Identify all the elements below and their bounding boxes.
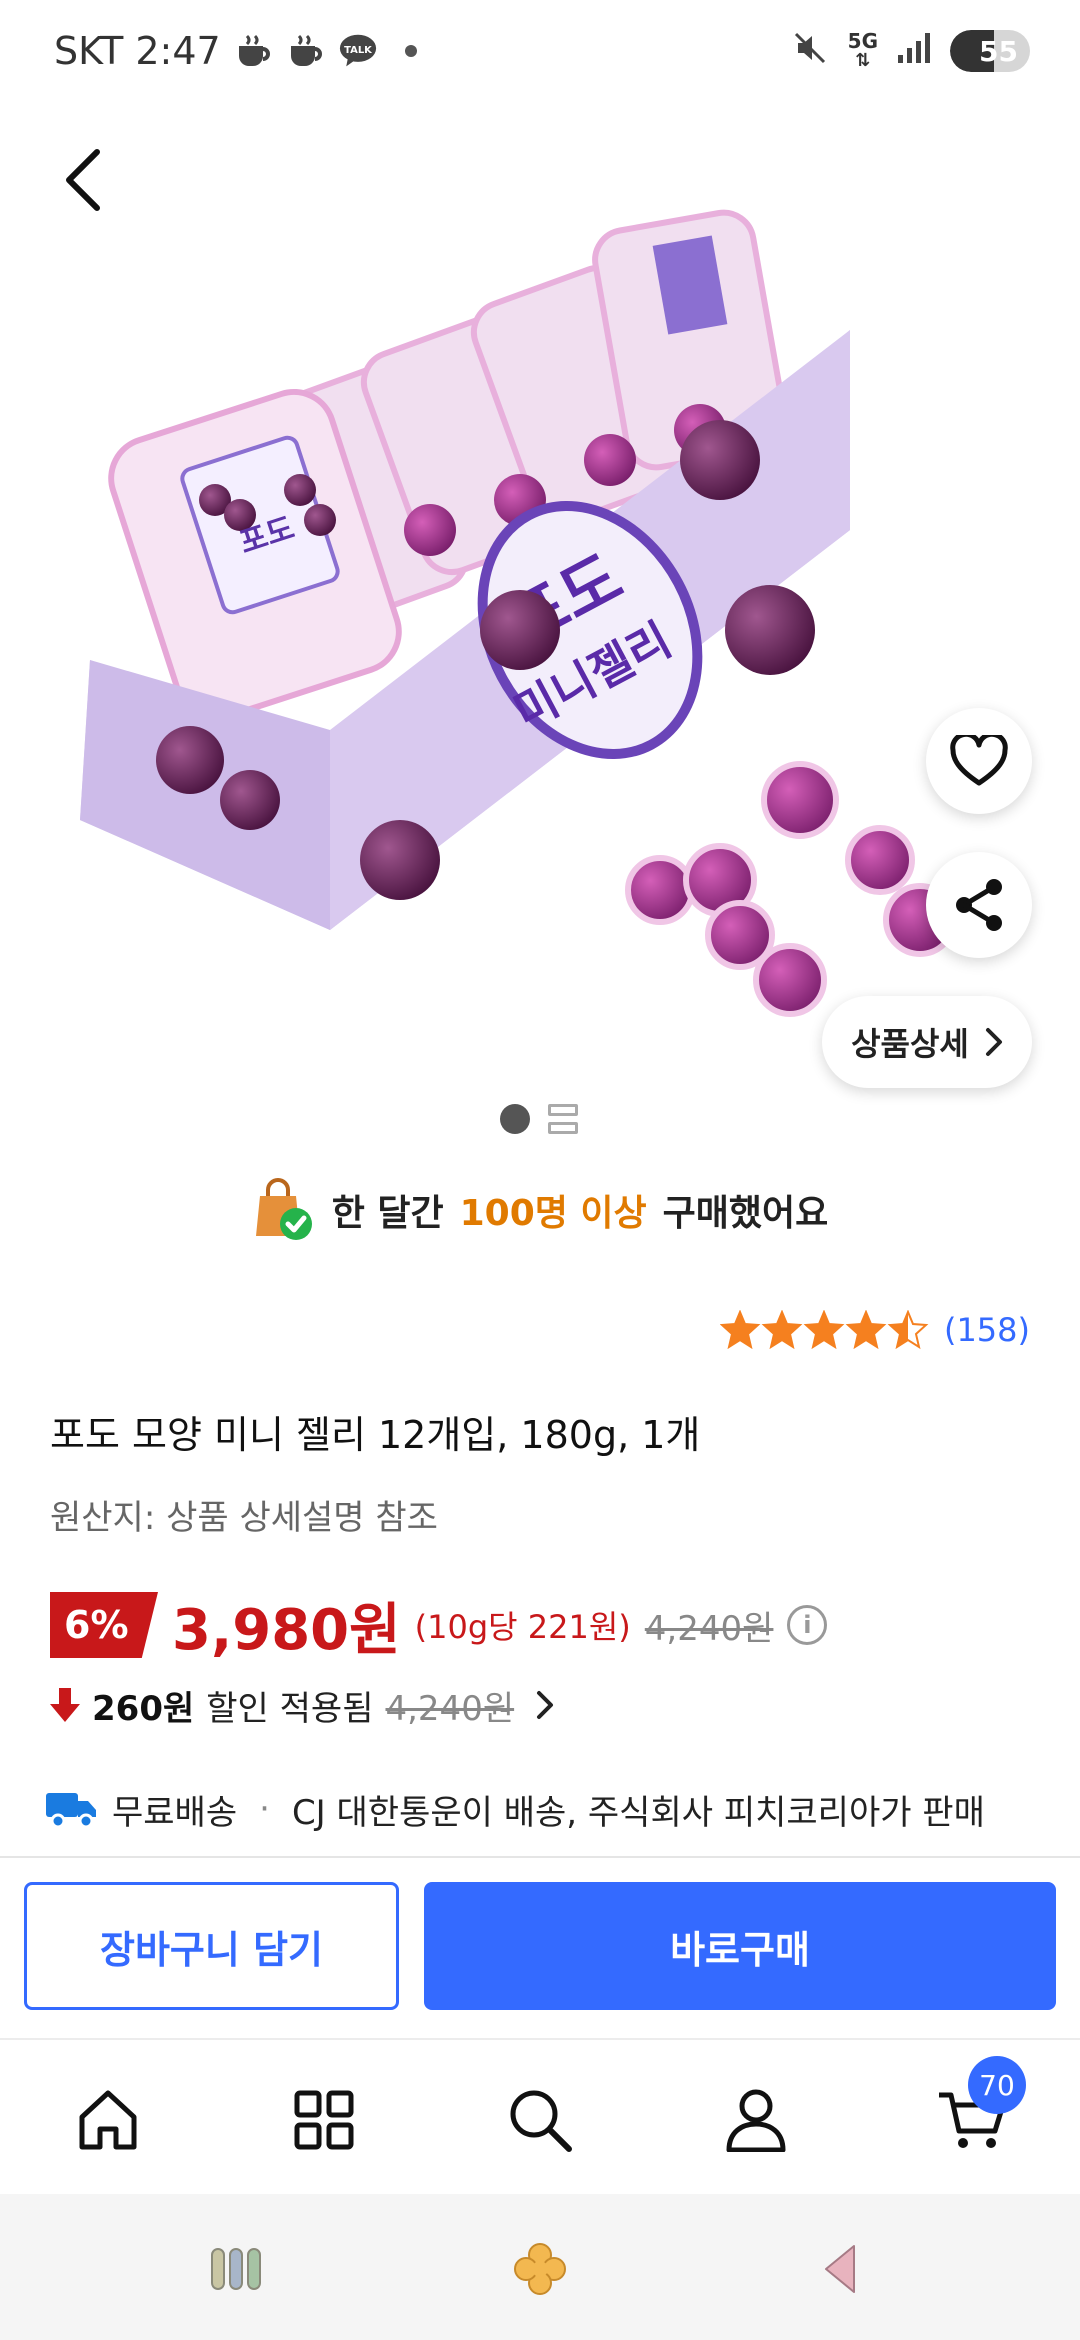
discount-applied-row[interactable]: 260원 할인 적용됨 4,240원	[50, 1676, 554, 1734]
status-bar: SKT 2:47 TALK 5G ⇅ 55	[0, 0, 1080, 100]
image-pagination[interactable]	[500, 1104, 578, 1134]
product-detail-button[interactable]: 상품상세	[822, 996, 1032, 1088]
network-label: 5G	[847, 29, 878, 53]
discount-rate-badge: 6%	[50, 1592, 158, 1658]
system-navigation-bar	[0, 2194, 1080, 2340]
purchase-count-note: 한 달간 100명 이상 구매했어요	[0, 1170, 1080, 1250]
chevron-right-icon	[985, 1028, 1002, 1056]
free-shipping-label: 무료배송	[112, 1792, 238, 1833]
buy-now-button[interactable]: 바로구매	[424, 1882, 1056, 2010]
notification-dot-icon	[404, 45, 417, 57]
search-icon	[510, 2090, 572, 2152]
tab-categories[interactable]	[274, 2070, 374, 2170]
carrier-time: SKT 2:47	[54, 29, 221, 73]
talk-label: TALK	[344, 45, 372, 56]
loose-jellies	[625, 761, 957, 1017]
back-nav-button[interactable]	[800, 2234, 880, 2304]
share-button[interactable]	[926, 852, 1032, 958]
purchase-note-suffix: 구매했어요	[662, 1193, 829, 1234]
recent-apps-button[interactable]	[196, 2234, 276, 2304]
purchase-note-highlight: 100명 이상	[459, 1193, 647, 1234]
share-icon	[956, 879, 1002, 931]
seller-info: CJ 대한통운이 배송, 주식회사 피치코리아가 판매	[291, 1792, 985, 1833]
product-detail-label: 상품상세	[851, 1025, 969, 1063]
separator: ·	[259, 1789, 270, 1829]
product-origin: 원산지: 상품 상세설명 참조	[50, 1498, 438, 1538]
bottom-tab-bar: 70	[0, 2038, 1080, 2194]
product-title: 포도 모양 미니 젤리 12개입, 180g, 1개	[50, 1413, 701, 1457]
home-nav-button[interactable]	[500, 2234, 580, 2304]
price-row: 6% 3,980원 (10g당 221원) 4,240원 i	[50, 1590, 828, 1663]
recent-apps-icon	[211, 2248, 261, 2290]
kakaotalk-icon: TALK	[339, 32, 377, 70]
discount-amount: 260원	[92, 1688, 195, 1729]
coffee-app-icon	[235, 32, 273, 70]
product-image[interactable]: 포도 포도 미니젤리	[0, 200, 1080, 1060]
star-rating-icon	[719, 1310, 929, 1350]
mute-icon	[792, 30, 828, 73]
tab-search[interactable]	[490, 2070, 590, 2170]
original-price: 4,240원	[644, 1608, 774, 1649]
chevron-right-icon	[537, 1691, 554, 1719]
user-icon	[726, 2089, 786, 2152]
discount-label: 할인 적용됨	[206, 1688, 374, 1729]
pagination-list-icon[interactable]	[548, 1104, 578, 1134]
unit-price: (10g당 221원)	[414, 1608, 631, 1646]
discount-original-price: 4,240원	[385, 1688, 515, 1729]
tab-home[interactable]	[58, 2070, 158, 2170]
back-triangle-icon	[825, 2245, 855, 2293]
home-clover-icon	[514, 2243, 566, 2295]
battery-level: 55	[979, 34, 1018, 68]
status-bar-left: SKT 2:47 TALK	[54, 26, 417, 76]
pagination-dot-active[interactable]	[500, 1104, 530, 1134]
home-icon	[79, 2090, 137, 2150]
categories-grid-icon	[294, 2090, 354, 2150]
signal-icon	[898, 32, 930, 70]
cart-count-badge: 70	[968, 2056, 1026, 2114]
heart-icon	[950, 735, 1008, 786]
purchase-note-prefix: 한 달간	[331, 1193, 444, 1234]
wishlist-button[interactable]	[926, 708, 1032, 814]
product-rating[interactable]: (158)	[719, 1310, 1030, 1350]
current-price: 3,980원	[172, 1597, 401, 1663]
shipping-info-row: 무료배송 · CJ 대한통운이 배송, 주식회사 피치코리아가 판매	[46, 1780, 985, 1838]
product-illustration: 포도 포도 미니젤리	[80, 209, 957, 1017]
battery-indicator: 55	[950, 30, 1030, 72]
price-info-icon[interactable]: i	[787, 1605, 828, 1645]
purchase-action-bar: 장바구니 담기 바로구매	[0, 1856, 1080, 2038]
delivery-truck-icon	[46, 1793, 96, 1829]
status-bar-right: 5G ⇅ 55	[792, 26, 1030, 76]
tab-my-account[interactable]	[706, 2070, 806, 2170]
network-5g-icon: 5G ⇅	[847, 29, 878, 71]
review-count[interactable]: (158)	[944, 1311, 1030, 1349]
shopping-bag-check-icon	[255, 1178, 312, 1240]
coffee-app-icon-2	[287, 32, 325, 70]
tab-cart[interactable]: 70	[922, 2056, 1026, 2170]
add-to-cart-button[interactable]: 장바구니 담기	[24, 1882, 399, 2010]
down-arrow-icon	[50, 1688, 80, 1722]
